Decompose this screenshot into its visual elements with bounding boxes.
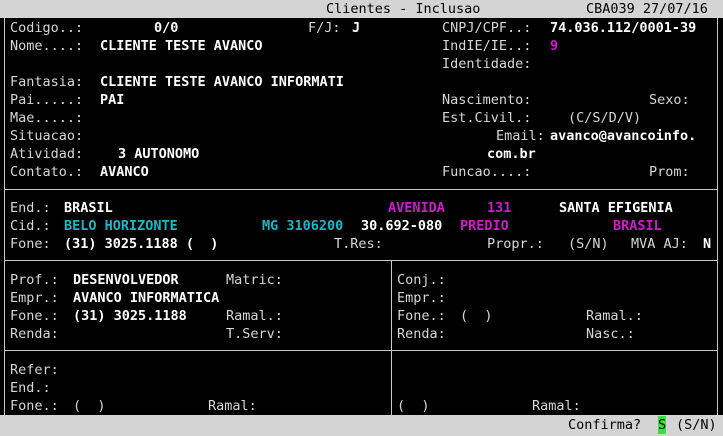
empr-field[interactable]: AVANCO INFORMATICA: [73, 289, 219, 307]
title-bar: Clientes - Inclusao CBA039 27/07/16: [0, 0, 723, 18]
conj-fone-field[interactable]: ( ): [460, 307, 493, 325]
fone2-label: Fone.:: [10, 308, 59, 324]
conj-ramal-label: Ramal.:: [586, 308, 643, 324]
ramal-label: Ramal.:: [226, 308, 283, 324]
bairro-field[interactable]: SANTA EFIGENIA: [559, 199, 673, 217]
frame-right: [717, 18, 718, 416]
funcao-label: Funcao....:: [442, 164, 532, 180]
mva-label: MVA AJ:: [631, 236, 688, 252]
codigo-field[interactable]: 0/0: [154, 19, 178, 37]
uf-ibge-field[interactable]: MG 3106200: [262, 217, 343, 235]
prom-label: Prom:: [649, 164, 690, 180]
empr-label: Empr.:: [10, 290, 59, 306]
confirm-prompt: Confirma?: [568, 417, 642, 433]
mae-label: Mae.....:: [10, 110, 84, 126]
prof-label: Prof.:: [10, 272, 59, 288]
refer-label: Refer:: [10, 362, 59, 378]
fantasia-label: Fantasia:: [10, 74, 84, 90]
fj-field[interactable]: J: [352, 19, 360, 37]
sexo-label: Sexo:: [649, 92, 690, 108]
cidade-field[interactable]: BELO HORIZONTE: [64, 217, 178, 235]
conj-renda-label: Renda:: [397, 326, 446, 342]
estcivil-options: (C/S/D/V): [568, 110, 642, 126]
conj-empr-label: Empr.:: [397, 290, 446, 306]
complemento-field[interactable]: PREDIO: [460, 217, 509, 235]
fone-field[interactable]: (31) 3025.1188 ( ): [64, 235, 218, 253]
email-field-line2[interactable]: com.br: [487, 145, 536, 163]
atividade-field[interactable]: 3 AUTONOMO: [118, 145, 199, 163]
identidade-label: Identidade:: [442, 56, 532, 72]
estcivil-label: Est.Civil.:: [442, 110, 532, 126]
atividade-label: Atividad:: [10, 146, 84, 162]
prof-field[interactable]: DESENVOLVEDOR: [73, 271, 179, 289]
situacao-label: Situacao:: [10, 128, 84, 144]
conj-fone-label: Fone.:: [397, 308, 446, 324]
end-tipo-field[interactable]: AVENIDA: [388, 199, 445, 217]
end-label: End.:: [10, 200, 51, 216]
ref2-fone-field[interactable]: ( ): [397, 397, 430, 415]
tres-label: T.Res:: [334, 236, 383, 252]
indie-field[interactable]: 9: [550, 37, 558, 55]
confirm-options: (S/N): [676, 417, 717, 433]
cep-field[interactable]: 30.692-080: [361, 217, 442, 235]
matric-label: Matric:: [226, 272, 283, 288]
conj-label: Conj.:: [397, 272, 446, 288]
email-label: Email:: [496, 128, 545, 144]
ref2-ramal-label: Ramal:: [532, 398, 581, 414]
status-bar: Confirma? S (S/N): [0, 415, 723, 436]
contato-label: Contato.:: [10, 164, 84, 180]
frame-left: [4, 18, 5, 416]
divider-3: [4, 350, 718, 351]
pai-field[interactable]: PAI: [100, 91, 124, 109]
renda-label: Renda:: [10, 326, 59, 342]
fj-label: F/J:: [308, 20, 341, 36]
mva-field[interactable]: N: [703, 235, 711, 253]
fone2-field[interactable]: (31) 3025.1188: [73, 307, 187, 325]
window-title: Clientes - Inclusao: [326, 1, 481, 17]
propr-options: (S/N): [568, 236, 609, 252]
nome-field[interactable]: CLIENTE TESTE AVANCO: [100, 37, 263, 55]
codigo-label: Codigo..:: [10, 20, 84, 36]
pai-label: Pai.....:: [10, 92, 84, 108]
divider-vertical: [391, 260, 392, 416]
indie-label: IndIE/IE..:: [442, 38, 532, 54]
nome-label: Nome....:: [10, 38, 84, 54]
nascimento-label: Nascimento:: [442, 92, 532, 108]
ref-end-label: End.:: [10, 380, 51, 396]
divider-1: [4, 189, 718, 190]
email-field-line1[interactable]: avanco@avancoinfo.: [550, 127, 696, 145]
ref-fone-label: Fone.:: [10, 398, 59, 414]
end-numero-field[interactable]: 131: [487, 199, 511, 217]
ref-ramal-label: Ramal:: [208, 398, 257, 414]
cnpj-field[interactable]: 74.036.112/0001-39: [550, 19, 696, 37]
fone-label: Fone:: [10, 236, 51, 252]
divider-2: [4, 260, 718, 261]
terminal-screen: Clientes - Inclusao CBA039 27/07/16 Codi…: [0, 0, 723, 436]
nasc-label: Nasc.:: [586, 326, 635, 342]
ref-fone-field[interactable]: ( ): [73, 397, 106, 415]
tserv-label: T.Serv:: [226, 326, 283, 342]
cnpj-label: CNPJ/CPF..:: [442, 20, 532, 36]
pais-field[interactable]: BRASIL: [613, 217, 662, 235]
cid-label: Cid.:: [10, 218, 51, 234]
propr-label: Propr.:: [487, 236, 544, 252]
program-code-date: CBA039 27/07/16: [586, 1, 708, 17]
end-field[interactable]: BRASIL: [64, 199, 113, 217]
contato-field[interactable]: AVANCO: [100, 163, 149, 181]
confirm-input[interactable]: S: [658, 416, 667, 434]
fantasia-field[interactable]: CLIENTE TESTE AVANCO INFORMATI: [100, 73, 344, 91]
